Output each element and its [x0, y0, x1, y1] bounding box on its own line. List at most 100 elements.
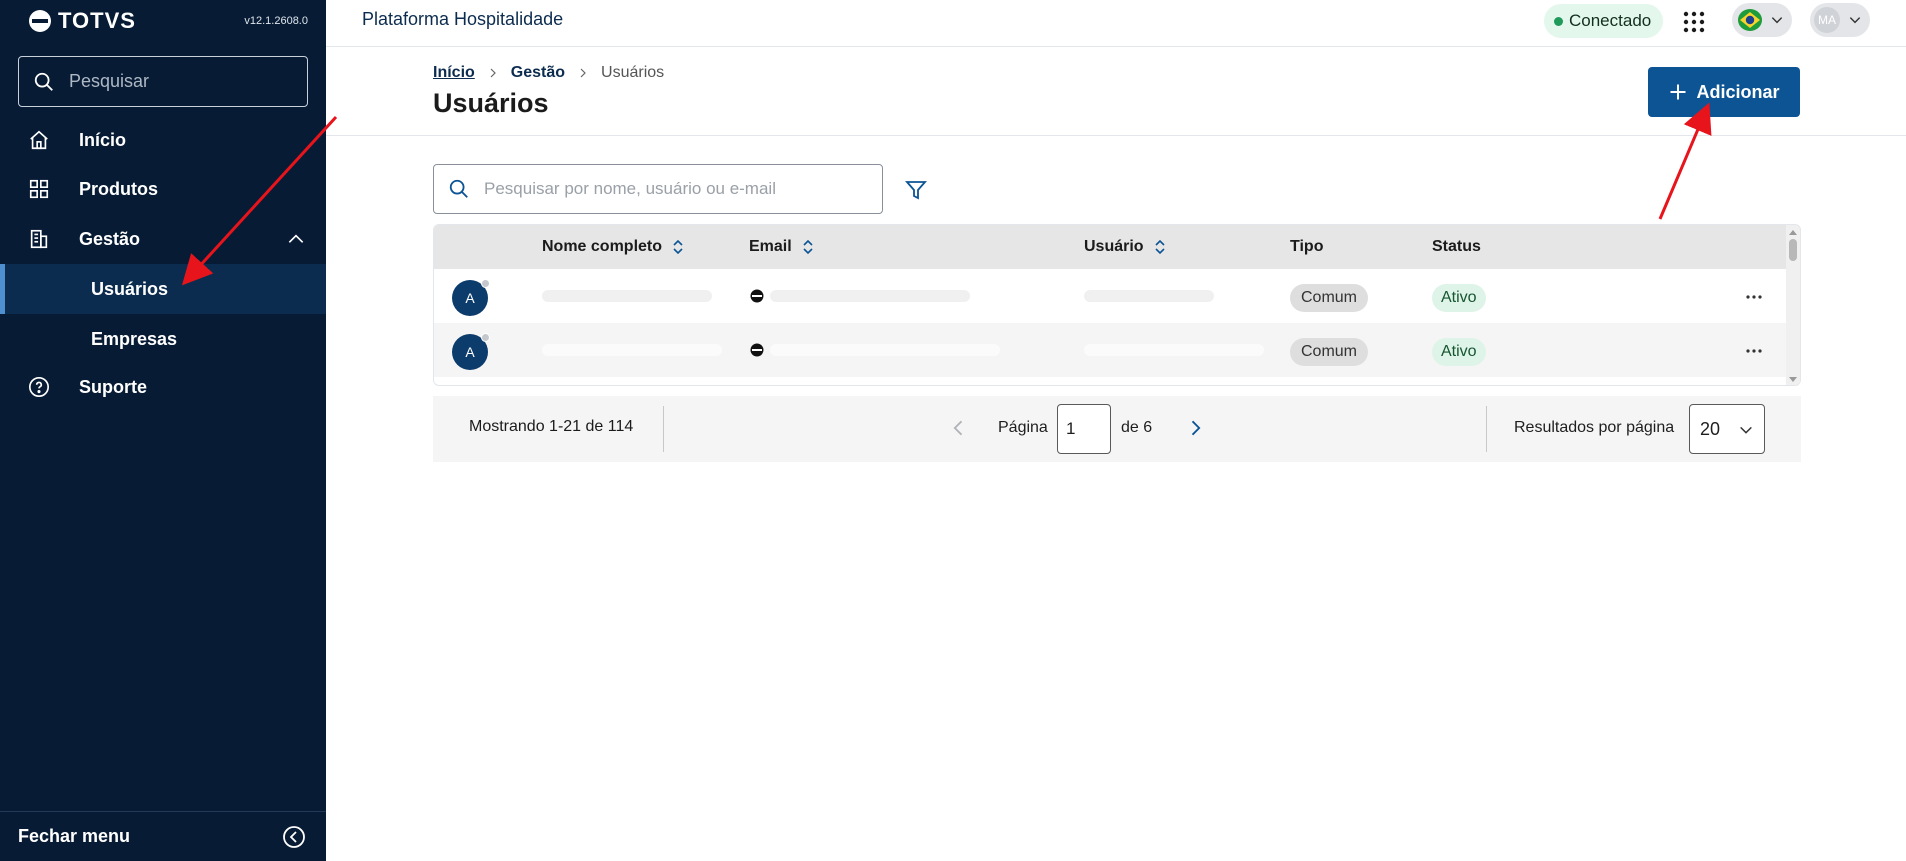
user-menu[interactable]: MA [1810, 3, 1870, 37]
results-count: Mostrando 1-21 de 114 [469, 418, 634, 435]
type-badge: Comum [1290, 284, 1369, 312]
redacted-email [770, 290, 970, 302]
scroll-down-icon[interactable] [1789, 376, 1797, 384]
sidebar-subitem-label: Empresas [91, 328, 178, 349]
chevron-up-icon [288, 234, 304, 243]
sidebar-item-label: Início [79, 129, 127, 150]
page-title: Usuários [433, 88, 549, 118]
building-icon [30, 229, 48, 249]
column-label: Tipo [1290, 238, 1324, 255]
sidebar-item-produtos[interactable]: Produtos [0, 164, 326, 214]
sidebar-item-suporte[interactable]: Suporte [0, 362, 326, 412]
page-number-input[interactable]: 1 [1057, 404, 1111, 454]
connection-status-badge: Conectado [1544, 4, 1664, 38]
sidebar-item-label: Suporte [79, 376, 148, 397]
column-header-email[interactable]: Email [749, 238, 814, 256]
table-row[interactable]: A Comum Ativo [434, 323, 1786, 377]
more-options-icon[interactable] [1744, 341, 1764, 361]
chevron-down-icon [1771, 17, 1783, 24]
users-table: Nome completo Email Usuário Tipo Status … [433, 224, 1801, 386]
close-menu-label: Fechar menu [18, 826, 131, 846]
status-badge: Ativo [1432, 338, 1486, 366]
previous-page-icon[interactable] [949, 418, 969, 438]
language-selector[interactable] [1732, 3, 1792, 37]
top-bar: Plataforma Hospitalidade Conectado MA [326, 0, 1906, 47]
close-menu-button[interactable]: Fechar menu [0, 811, 326, 861]
pagination-bar: Mostrando 1-21 de 114 Página 1 de 6 Resu… [433, 396, 1801, 462]
scroll-up-icon[interactable] [1789, 228, 1797, 236]
table-header: Nome completo Email Usuário Tipo Status [434, 225, 1800, 269]
next-page-icon[interactable] [1185, 418, 1205, 438]
column-header-nome[interactable]: Nome completo [542, 238, 684, 256]
chevron-right-icon [490, 68, 496, 78]
per-page-select[interactable]: 20 [1689, 404, 1765, 454]
table-scrollbar[interactable] [1786, 225, 1800, 385]
apps-grid-icon[interactable] [1682, 10, 1706, 34]
redacted-username [1084, 290, 1214, 302]
sidebar-item-gestao[interactable]: Gestão [0, 214, 326, 264]
breadcrumb-gestao: Gestão [510, 64, 566, 81]
sidebar-item-label: Gestão [79, 228, 141, 249]
total-pages-label: de 6 [1121, 419, 1153, 436]
divider [1486, 406, 1487, 452]
column-label: Usuário [1084, 238, 1144, 255]
breadcrumb-usuarios: Usuários [601, 64, 665, 81]
sidebar: TOTVS v12.1.2608.0 Pesquisar Início Prod… [0, 0, 326, 861]
add-user-button[interactable]: Adicionar [1648, 67, 1800, 117]
type-badge: Comum [1290, 338, 1369, 366]
sidebar-subitem-usuarios[interactable]: Usuários [0, 264, 326, 314]
sort-icon [1155, 239, 1165, 255]
column-header-tipo: Tipo [1290, 238, 1323, 256]
chevron-right-icon [580, 68, 586, 78]
redacted-email [770, 344, 1000, 356]
brand-name: TOTVS [58, 8, 136, 33]
sidebar-search-placeholder: Pesquisar [69, 71, 150, 91]
search-icon [34, 72, 53, 91]
status-dot-icon [1554, 16, 1563, 26]
user-search-input[interactable]: Pesquisar por nome, usuário ou e-mail [433, 164, 883, 214]
divider [663, 406, 664, 452]
add-button-label: Adicionar [1696, 81, 1780, 102]
home-icon [30, 130, 48, 150]
presence-dot-icon [481, 333, 490, 342]
table-row[interactable]: A Comum Ativo [434, 269, 1786, 323]
per-page-value: 20 [1700, 418, 1721, 439]
column-header-status: Status [1432, 238, 1481, 256]
totvs-mini-icon [750, 343, 764, 357]
status-badge: Ativo [1432, 284, 1486, 312]
column-label: Status [1432, 238, 1481, 255]
sidebar-subitem-empresas[interactable]: Empresas [0, 314, 326, 364]
redacted-username [1084, 344, 1264, 356]
redacted-name [542, 290, 712, 302]
sidebar-search-input[interactable]: Pesquisar [18, 56, 308, 107]
brazil-flag-icon [1738, 9, 1762, 31]
column-label: Email [749, 238, 792, 255]
totvs-mini-icon [750, 289, 764, 303]
avatar: MA [1814, 7, 1840, 33]
presence-dot-icon [481, 279, 490, 288]
sort-icon [803, 239, 813, 255]
sidebar-subitem-label: Usuários [91, 278, 169, 299]
page-header: Início Gestão Usuários Usuários Adiciona… [326, 48, 1906, 136]
search-icon [449, 179, 468, 198]
app-title: Plataforma Hospitalidade [362, 9, 564, 29]
filter-icon[interactable] [904, 178, 928, 202]
grid-icon [29, 179, 49, 199]
breadcrumb-inicio[interactable]: Início [433, 64, 475, 82]
brand[interactable]: TOTVS [28, 8, 136, 34]
breadcrumb: Início Gestão Usuários [433, 64, 664, 82]
page-label: Página [998, 419, 1048, 436]
more-options-icon[interactable] [1744, 287, 1764, 307]
column-label: Nome completo [542, 238, 663, 255]
column-header-usuario[interactable]: Usuário [1084, 238, 1166, 256]
sort-icon [673, 239, 683, 255]
chevron-down-icon [1849, 17, 1861, 24]
scrollbar-thumb[interactable] [1789, 239, 1797, 261]
help-icon [29, 377, 49, 397]
per-page-label: Resultados por página [1514, 419, 1675, 436]
redacted-name [542, 344, 722, 356]
sidebar-item-inicio[interactable]: Início [0, 115, 326, 165]
connection-status-label: Conectado [1569, 11, 1652, 30]
totvs-logo-icon [29, 10, 51, 32]
plus-icon [1670, 84, 1686, 100]
